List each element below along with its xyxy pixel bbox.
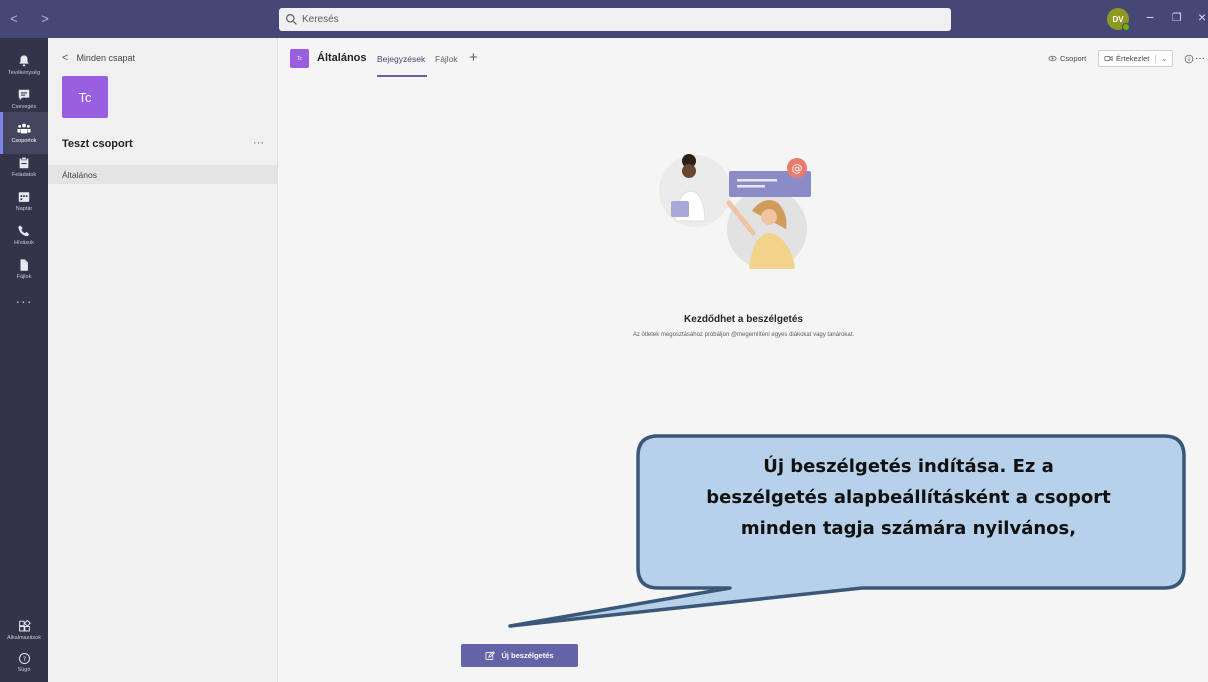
- title-bar: < > Keresés DV − ❐ ×: [0, 0, 1208, 38]
- rail-label: Hívások: [14, 240, 34, 246]
- conversation-illustration: @: [659, 154, 811, 269]
- meet-button[interactable]: Értekezlet ⌄: [1098, 50, 1174, 67]
- channel-avatar: Tc: [290, 49, 309, 68]
- channel-more-options-button[interactable]: ···: [1193, 50, 1207, 67]
- team-panel: < Minden csapat Tc Teszt csoport ··· Ált…: [48, 38, 278, 682]
- rail-more-apps[interactable]: ···: [0, 293, 48, 309]
- user-avatar[interactable]: DV: [1107, 8, 1130, 31]
- active-tab-indicator: [377, 75, 427, 77]
- rail-label: Naptár: [15, 206, 33, 212]
- eye-icon: [1048, 55, 1057, 62]
- empty-state-subtitle: Az ötletek megosztásához próbáljon @mege…: [632, 332, 855, 338]
- tab-posts[interactable]: Bejegyzések: [377, 54, 425, 64]
- app-rail: Tevékenység Csevegés Csoportok Feladatok…: [0, 38, 48, 682]
- rail-label: Súgó: [17, 667, 31, 673]
- callout-line-1: Új beszélgetés indítása. Ez a: [763, 456, 1054, 477]
- all-teams-label: Minden csapat: [76, 53, 135, 63]
- bell-icon: [19, 55, 29, 67]
- team-view-button[interactable]: Csoport: [1043, 50, 1091, 67]
- close-button[interactable]: ×: [1198, 9, 1206, 25]
- team-name: Teszt csoport: [62, 138, 133, 150]
- svg-text:?: ?: [22, 655, 25, 663]
- chevron-down-icon[interactable]: ⌄: [1155, 54, 1167, 63]
- rail-label: Feladatok: [11, 172, 37, 178]
- channel-item-general[interactable]: Általános: [48, 165, 277, 184]
- rail-label: Fájlok: [16, 274, 32, 280]
- teams-icon: [17, 123, 31, 134]
- team-avatar: Tc: [62, 76, 108, 118]
- tab-files[interactable]: Fájlok: [435, 54, 458, 64]
- rail-label: Csevegés: [11, 104, 37, 110]
- history-nav-arrows[interactable]: < >: [10, 11, 59, 26]
- rail-label: Csoportok: [11, 138, 37, 144]
- callout-line-3: minden tagja számára nyilvános,: [740, 518, 1077, 539]
- chevron-left-icon: <: [62, 52, 69, 64]
- files-icon: [20, 259, 28, 271]
- add-tab-button[interactable]: +: [469, 49, 478, 66]
- search-box[interactable]: Keresés: [279, 8, 951, 31]
- phone-icon: [18, 225, 30, 237]
- new-conversation-label: Új beszélgetés: [501, 651, 554, 660]
- channel-title: Általános: [317, 52, 367, 64]
- svg-text:@: @: [792, 162, 803, 175]
- callout-line-2: beszélgetés alapbeállításként a csoport: [706, 487, 1111, 508]
- minimize-button[interactable]: −: [1146, 9, 1154, 25]
- callout-text: Új beszélgetés indítása. Ez a beszélgeté…: [646, 451, 1171, 544]
- search-icon: [286, 14, 297, 25]
- rail-label: Tevékenység: [7, 70, 41, 76]
- new-conversation-button[interactable]: Új beszélgetés: [461, 644, 578, 667]
- empty-state-title: Kezdődhet a beszélgetés: [684, 314, 803, 325]
- meet-label: Értekezlet: [1116, 54, 1150, 63]
- channel-header: Tc Általános Bejegyzések Fájlok + Csopor…: [279, 38, 1208, 78]
- rail-item-help[interactable]: ? Súgó: [0, 652, 48, 673]
- presence-indicator: [1122, 23, 1130, 31]
- chat-icon: [18, 89, 30, 101]
- rail-label: Alkalmazások: [7, 635, 41, 641]
- search-placeholder: Keresés: [302, 14, 339, 25]
- video-camera-icon: [1104, 55, 1113, 62]
- rail-item-apps[interactable]: Alkalmazások: [0, 620, 48, 641]
- team-more-options-button[interactable]: ···: [253, 137, 264, 149]
- calendar-icon: [18, 192, 30, 202]
- compose-icon: [485, 650, 496, 660]
- help-icon: ?: [18, 652, 30, 665]
- all-teams-link[interactable]: < Minden csapat: [62, 52, 135, 64]
- assignments-icon: [19, 156, 29, 169]
- team-view-label: Csoport: [1060, 54, 1087, 63]
- avatar-initials: DV: [1112, 14, 1124, 24]
- apps-icon: [18, 620, 31, 632]
- rail-item-files[interactable]: Fájlok: [0, 248, 48, 290]
- maximize-button[interactable]: ❐: [1172, 11, 1182, 24]
